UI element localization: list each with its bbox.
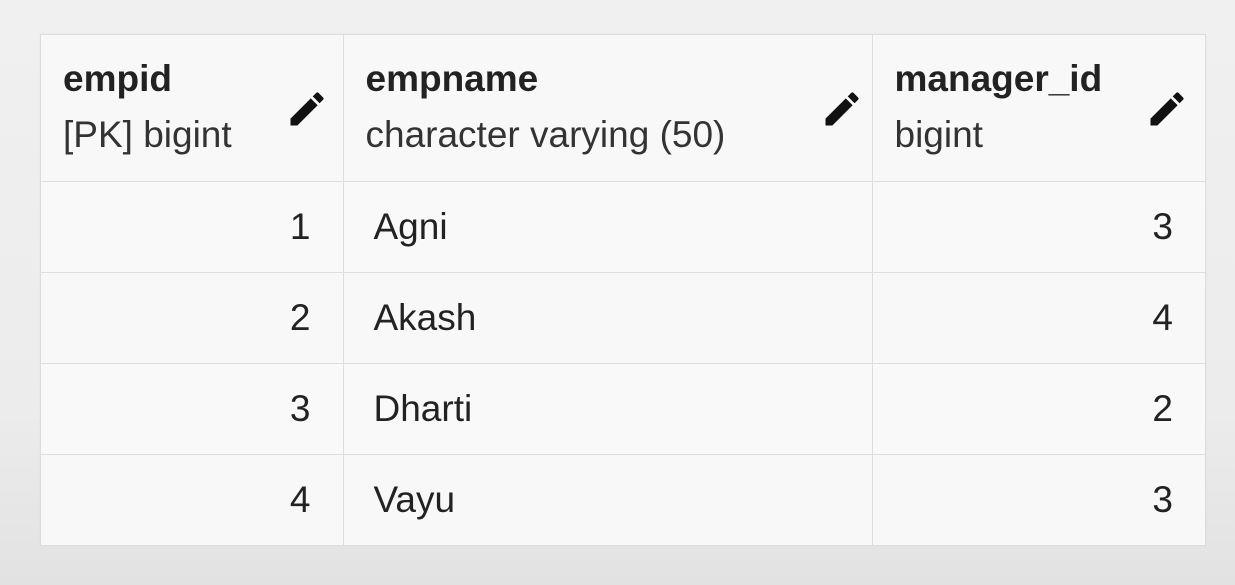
- table-row: 4 Vayu 3: [41, 454, 1205, 545]
- cell-empname[interactable]: Akash: [342, 272, 873, 364]
- column-name: empid: [63, 58, 172, 99]
- cell-manager-id[interactable]: 4: [871, 272, 1205, 364]
- table-row: 2 Akash 4: [41, 272, 1205, 364]
- cell-empname[interactable]: Vayu: [342, 454, 873, 545]
- pencil-icon[interactable]: [285, 87, 329, 131]
- column-type: [PK] bigint: [63, 114, 232, 155]
- column-name: manager_id: [894, 58, 1103, 99]
- column-header-empname[interactable]: empname character varying (50): [342, 35, 873, 182]
- table-row: 1 Agni 3: [41, 181, 1205, 273]
- data-output-table: empid [PK] bigint empname character vary…: [41, 35, 1205, 545]
- cell-manager-id[interactable]: 2: [871, 363, 1205, 455]
- pencil-icon[interactable]: [1145, 87, 1189, 131]
- cell-empname[interactable]: Agni: [342, 181, 873, 273]
- column-name: empname: [365, 58, 539, 99]
- column-type: bigint: [894, 114, 983, 155]
- cell-empname[interactable]: Dharti: [342, 363, 873, 455]
- cell-empid[interactable]: 4: [41, 454, 344, 545]
- column-type: character varying (50): [365, 114, 726, 155]
- cell-empid[interactable]: 1: [41, 181, 344, 273]
- column-header-manager-id[interactable]: manager_id bigint: [871, 35, 1205, 182]
- cell-manager-id[interactable]: 3: [871, 181, 1205, 273]
- cell-empid[interactable]: 3: [41, 363, 344, 455]
- table-row: 3 Dharti 2: [41, 363, 1205, 455]
- result-grid: empid [PK] bigint empname character vary…: [40, 34, 1206, 546]
- column-header-empid[interactable]: empid [PK] bigint: [41, 35, 344, 182]
- pencil-icon[interactable]: [820, 87, 864, 131]
- header-row: empid [PK] bigint empname character vary…: [41, 35, 1205, 182]
- cell-manager-id[interactable]: 3: [871, 454, 1205, 545]
- cell-empid[interactable]: 2: [41, 272, 344, 364]
